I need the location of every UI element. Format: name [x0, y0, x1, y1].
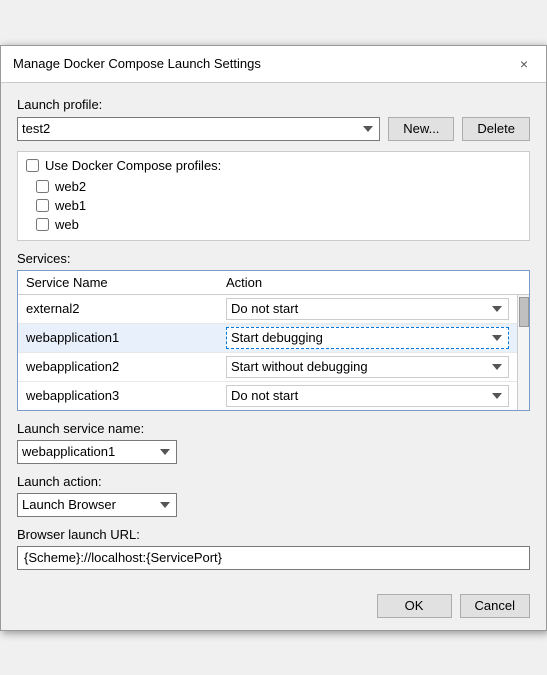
dialog-footer: OK Cancel — [1, 586, 546, 630]
services-col-name-header: Service Name — [26, 275, 226, 290]
table-row: external2 Do not start Start debugging S… — [18, 295, 517, 324]
table-row: webapplication2 Do not start Start debug… — [18, 353, 517, 382]
scroll-thumb[interactable] — [519, 297, 529, 327]
docker-profiles-list: web2 web1 web — [26, 177, 521, 234]
web1-label: web1 — [55, 198, 86, 213]
service-action: Do not start Start debugging Start witho… — [226, 298, 509, 320]
services-scrollbar[interactable] — [517, 295, 529, 410]
title-bar: Manage Docker Compose Launch Settings × — [1, 46, 546, 83]
use-docker-profiles-checkbox[interactable] — [26, 159, 39, 172]
launch-profile-select[interactable]: test2 — [17, 117, 380, 141]
new-button[interactable]: New... — [388, 117, 454, 141]
docker-profiles-header: Use Docker Compose profiles: — [26, 158, 521, 173]
list-item: web1 — [36, 196, 521, 215]
browser-url-row: {Scheme}://localhost:{ServicePort} — [17, 546, 530, 570]
browser-url-input[interactable]: {Scheme}://localhost:{ServicePort} — [17, 546, 530, 570]
launch-service-select[interactable]: webapplication1 — [17, 440, 177, 464]
services-rows-container: external2 Do not start Start debugging S… — [18, 295, 529, 410]
dialog-title: Manage Docker Compose Launch Settings — [13, 56, 261, 71]
web-checkbox[interactable] — [36, 218, 49, 231]
close-button[interactable]: × — [514, 54, 534, 74]
service-name: webapplication2 — [26, 359, 226, 374]
list-item: web2 — [36, 177, 521, 196]
service-name: external2 — [26, 301, 226, 316]
service-action-select[interactable]: Do not start Start debugging Start witho… — [226, 327, 509, 349]
web2-label: web2 — [55, 179, 86, 194]
dialog-content: Launch profile: test2 New... Delete Use … — [1, 83, 546, 586]
web2-checkbox[interactable] — [36, 180, 49, 193]
web1-checkbox[interactable] — [36, 199, 49, 212]
services-col-action-header: Action — [226, 275, 521, 290]
service-action: Do not start Start debugging Start witho… — [226, 327, 509, 349]
web-label: web — [55, 217, 79, 232]
delete-button[interactable]: Delete — [462, 117, 530, 141]
service-action-select[interactable]: Do not start Start debugging Start witho… — [226, 298, 509, 320]
launch-service-label: Launch service name: — [17, 421, 530, 436]
docker-profiles-section: Use Docker Compose profiles: web2 web1 w… — [17, 151, 530, 241]
list-item: web — [36, 215, 521, 234]
launch-profile-label: Launch profile: — [17, 97, 530, 112]
launch-action-label: Launch action: — [17, 474, 530, 489]
services-table-body: external2 Do not start Start debugging S… — [18, 295, 517, 410]
docker-profiles-label: Use Docker Compose profiles: — [45, 158, 221, 173]
services-label: Services: — [17, 251, 530, 266]
table-row: webapplication1 Do not start Start debug… — [18, 324, 517, 353]
table-row: webapplication3 Do not start Start debug… — [18, 382, 517, 410]
services-table: Service Name Action external2 Do not sta… — [17, 270, 530, 411]
launch-profile-row: test2 New... Delete — [17, 117, 530, 141]
cancel-button[interactable]: Cancel — [460, 594, 530, 618]
dialog: Manage Docker Compose Launch Settings × … — [0, 45, 547, 631]
service-action-select[interactable]: Do not start Start debugging Start witho… — [226, 385, 509, 407]
launch-action-select[interactable]: Launch Browser Do not launch — [17, 493, 177, 517]
ok-button[interactable]: OK — [377, 594, 452, 618]
launch-service-row: webapplication1 — [17, 440, 530, 464]
service-action-select[interactable]: Do not start Start debugging Start witho… — [226, 356, 509, 378]
service-action: Do not start Start debugging Start witho… — [226, 385, 509, 407]
services-table-header: Service Name Action — [18, 271, 529, 295]
service-action: Do not start Start debugging Start witho… — [226, 356, 509, 378]
launch-action-row: Launch Browser Do not launch — [17, 493, 530, 517]
service-name: webapplication1 — [26, 330, 226, 345]
service-name: webapplication3 — [26, 388, 226, 403]
browser-url-label: Browser launch URL: — [17, 527, 530, 542]
